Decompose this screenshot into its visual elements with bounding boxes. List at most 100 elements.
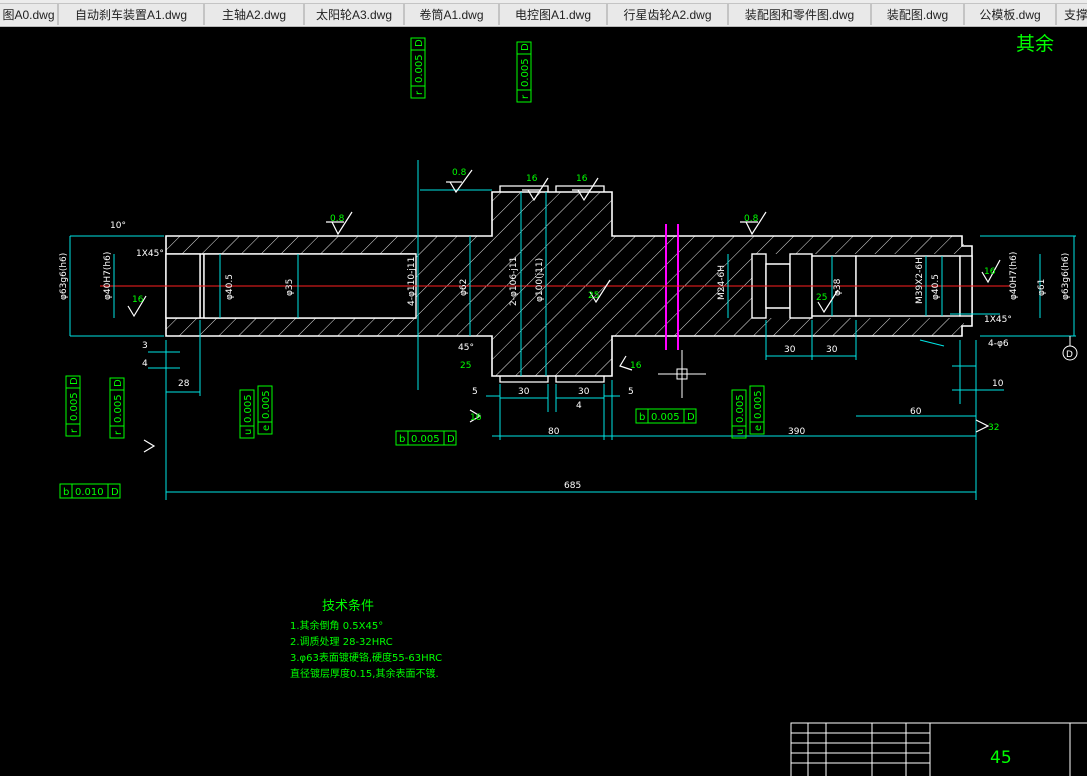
surface-finish-note: 其余 <box>1016 33 1054 55</box>
title-block <box>790 722 1087 776</box>
svg-text:D: D <box>111 487 119 498</box>
tolerance-frame: b 0.005 D <box>635 408 697 424</box>
file-tab[interactable]: 太阳轮A3.dwg <box>304 3 404 25</box>
svg-text:25: 25 <box>588 291 599 301</box>
tech-line: 2.调质处理 28-32HRC <box>290 636 393 648</box>
svg-text:0.005: 0.005 <box>411 434 440 445</box>
svg-text:φ40.5: φ40.5 <box>225 274 235 300</box>
svg-text:2-φ106-j11: 2-φ106-j11 <box>509 257 519 306</box>
material-label: 45 <box>990 748 1012 768</box>
svg-text:30: 30 <box>784 345 796 355</box>
tolerance-frame: b 0.010 D <box>59 483 121 499</box>
svg-text:M39X2-6H: M39X2-6H <box>915 257 925 304</box>
svg-text:16: 16 <box>470 413 482 423</box>
tolerance-frame: e 0.005 <box>749 385 765 435</box>
datum-marker: D <box>1062 336 1078 361</box>
svg-text:D: D <box>520 43 531 51</box>
tech-line: 3.φ63表面镀硬铬,硬度55-63HRC <box>290 651 442 664</box>
svg-text:u: u <box>243 429 254 435</box>
file-tab[interactable]: 卷筒A1.dwg <box>404 3 499 25</box>
tech-requirements: 技术条件 1.其余倒角 0.5X45° 2.调质处理 28-32HRC 3.φ6… <box>290 598 442 680</box>
svg-text:1X45°: 1X45° <box>984 315 1012 325</box>
tolerance-frame: e 0.005 <box>257 385 273 435</box>
file-tab[interactable]: 装配图.dwg <box>871 3 964 25</box>
svg-text:16: 16 <box>526 174 538 184</box>
svg-text:D: D <box>113 379 124 387</box>
tolerance-frame: r 0.005 D <box>65 375 81 437</box>
svg-text:φ38: φ38 <box>833 278 843 296</box>
svg-text:25: 25 <box>816 293 827 303</box>
svg-text:10°: 10° <box>110 221 126 231</box>
tolerance-frame: u 0.005 <box>731 389 747 439</box>
svg-text:D: D <box>1066 350 1073 360</box>
file-tab[interactable]: 自动刹车装置A1.dwg <box>58 3 204 25</box>
svg-text:0.8: 0.8 <box>452 168 467 178</box>
svg-text:25: 25 <box>460 361 471 371</box>
svg-text:0.005: 0.005 <box>753 390 764 419</box>
svg-text:φ40.5: φ40.5 <box>931 274 941 300</box>
svg-text:390: 390 <box>788 427 805 437</box>
svg-text:0.005: 0.005 <box>520 58 531 87</box>
svg-text:0.010: 0.010 <box>75 487 104 498</box>
svg-text:3: 3 <box>142 341 148 351</box>
svg-text:5: 5 <box>472 387 478 397</box>
svg-text:b: b <box>639 412 645 423</box>
svg-text:r: r <box>520 94 531 99</box>
file-tab[interactable]: 行星齿轮A2.dwg <box>607 3 728 25</box>
svg-text:φ61: φ61 <box>1037 279 1047 296</box>
tolerance-frame: r 0.005 D <box>516 41 532 103</box>
svg-text:φ100(j11): φ100(j11) <box>535 258 545 302</box>
svg-text:45°: 45° <box>458 343 474 353</box>
tolerance-frame: r 0.005 D <box>410 37 426 99</box>
tolerance-frame: b 0.005 D <box>395 430 457 446</box>
svg-text:e: e <box>753 425 764 431</box>
file-tab[interactable]: 支撑 <box>1056 3 1087 25</box>
svg-text:32: 32 <box>988 423 999 433</box>
svg-text:0.005: 0.005 <box>735 394 746 423</box>
file-tab[interactable]: 装配图和零件图.dwg <box>728 3 871 25</box>
svg-text:M24-6H: M24-6H <box>717 265 727 300</box>
svg-text:30: 30 <box>826 345 838 355</box>
svg-text:4-φ110-j11: 4-φ110-j11 <box>407 257 417 306</box>
svg-text:0.8: 0.8 <box>330 214 345 224</box>
svg-text:D: D <box>687 412 695 423</box>
svg-text:16: 16 <box>576 174 588 184</box>
svg-text:0.8: 0.8 <box>744 214 759 224</box>
svg-text:5: 5 <box>628 387 634 397</box>
svg-text:16: 16 <box>984 267 996 277</box>
svg-text:4: 4 <box>142 359 148 369</box>
svg-text:4: 4 <box>576 401 582 411</box>
svg-text:685: 685 <box>564 481 581 491</box>
file-tab[interactable]: 主轴A2.dwg <box>204 3 304 25</box>
svg-text:r: r <box>69 428 80 433</box>
svg-text:e: e <box>261 425 272 431</box>
svg-text:φ62: φ62 <box>459 279 469 296</box>
svg-text:r: r <box>113 430 124 435</box>
cursor-crosshair <box>658 350 706 398</box>
file-tab[interactable]: 图A0.dwg <box>0 3 58 25</box>
svg-text:D: D <box>447 434 455 445</box>
svg-text:0.005: 0.005 <box>113 394 124 423</box>
svg-text:30: 30 <box>518 387 530 397</box>
svg-text:0.005: 0.005 <box>651 412 680 423</box>
svg-text:u: u <box>735 429 746 435</box>
svg-text:φ35: φ35 <box>285 279 295 296</box>
file-tab[interactable]: 电控图A1.dwg <box>499 3 607 25</box>
svg-text:φ40H7(h6): φ40H7(h6) <box>103 252 113 300</box>
tolerance-frame: r 0.005 D <box>109 377 125 439</box>
svg-text:r: r <box>414 90 425 95</box>
svg-text:28: 28 <box>178 379 190 389</box>
svg-text:b: b <box>63 487 69 498</box>
svg-text:φ63g6(h6): φ63g6(h6) <box>1061 253 1071 300</box>
svg-text:φ63g6(h6): φ63g6(h6) <box>59 253 69 300</box>
svg-text:1X45°: 1X45° <box>136 249 164 259</box>
tech-line: 直径镀层厚度0.15,其余表面不镀. <box>290 667 439 680</box>
drawing-canvas[interactable]: 其余 0.8 16 16 0.8 0.8 16 25 25 16 25 16 1… <box>0 27 1087 776</box>
file-tab-bar: 图A0.dwg 自动刹车装置A1.dwg 主轴A2.dwg 太阳轮A3.dwg … <box>0 0 1087 27</box>
svg-text:30: 30 <box>578 387 590 397</box>
file-tab[interactable]: 公模板.dwg <box>964 3 1056 25</box>
svg-text:0.005: 0.005 <box>69 392 80 421</box>
svg-text:0.005: 0.005 <box>414 54 425 83</box>
tech-line: 1.其余倒角 0.5X45° <box>290 619 383 632</box>
svg-text:0.005: 0.005 <box>243 394 254 423</box>
